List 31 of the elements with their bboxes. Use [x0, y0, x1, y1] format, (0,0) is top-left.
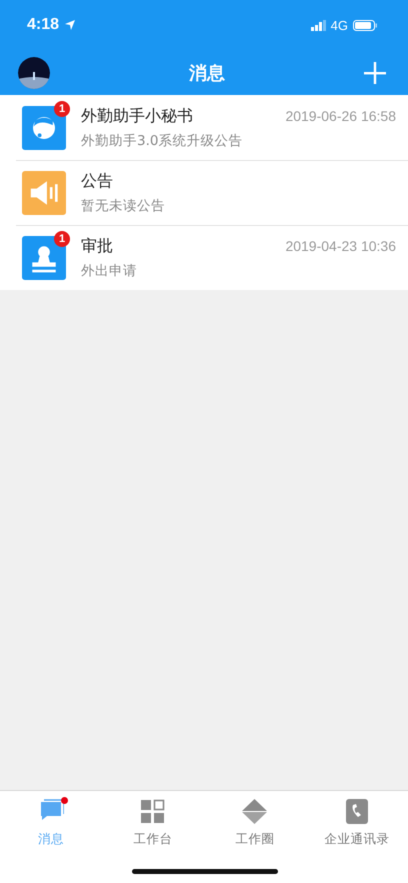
message-time: 2019-04-23 10:36 [285, 238, 396, 254]
unread-badge: 1 [54, 100, 70, 116]
battery-icon [353, 20, 378, 30]
message-title: 公告 [81, 170, 113, 192]
headset-person-icon [22, 106, 66, 150]
tab-item[interactable]: 工作台 [102, 799, 204, 848]
page-title: 消息 [189, 62, 225, 84]
message-title: 外勤助手小秘书 [81, 106, 193, 126]
stamp-icon [22, 236, 66, 280]
tab-item[interactable]: 工作圈 [204, 799, 306, 848]
tab-item[interactable]: 企业通讯录 [306, 799, 408, 848]
message-preview: 外出申请 [81, 262, 138, 280]
network-label: 4G [330, 18, 348, 32]
tab-item[interactable]: 消息 [0, 799, 102, 848]
message-preview: 外勤助手3.0系统升级公告 [81, 132, 244, 150]
message-time: 2019-06-26 16:58 [285, 108, 396, 124]
message-row[interactable]: 1 外勤助手小秘书 2019-06-26 16:58 外勤助手3.0系统升级公告 [0, 95, 408, 160]
message-preview: 暂无未读公告 [81, 196, 166, 214]
message-title: 审批 [81, 236, 113, 256]
message-row[interactable]: 1 审批 2019-04-23 10:36 外出申请 [0, 225, 408, 290]
signal-icon [310, 20, 326, 30]
avatar[interactable] [18, 56, 50, 88]
unread-badge: 1 [54, 230, 70, 246]
megaphone-icon [22, 170, 66, 214]
add-icon[interactable] [364, 62, 386, 84]
grid-icon [140, 799, 166, 824]
location-arrow-icon [64, 19, 76, 31]
status-time: 4:18 [27, 16, 60, 34]
phone-book-icon [344, 799, 370, 824]
diamond-icon [242, 799, 268, 824]
message-row[interactable]: 公告 暂无未读公告 [0, 160, 408, 225]
